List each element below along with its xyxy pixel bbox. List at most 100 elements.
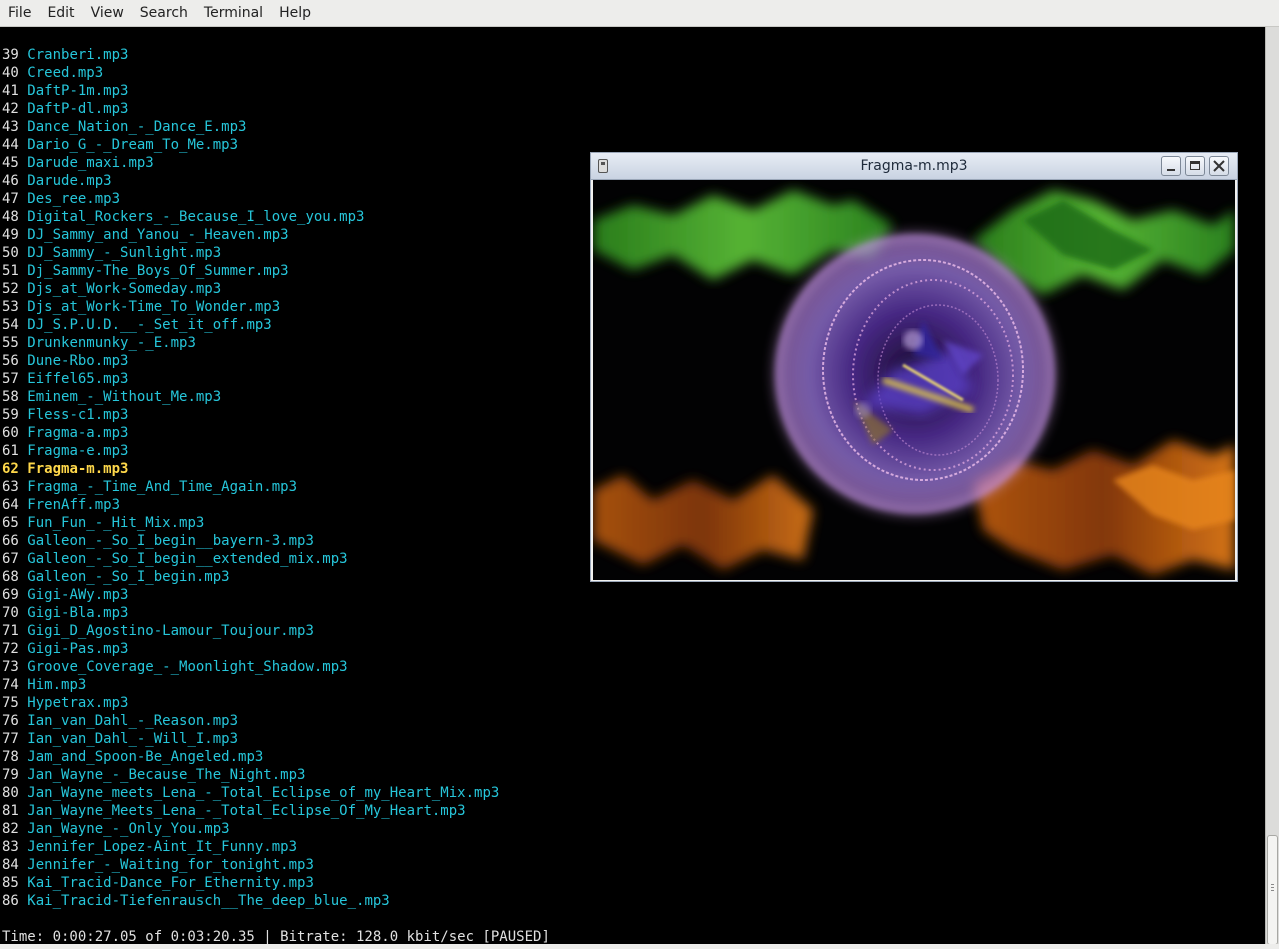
playlist-item: 48 Digital_Rockers_-_Because_I_love_you.…	[2, 208, 364, 226]
track-filename: Jennifer_-_Waiting_for_tonight.mp3	[27, 857, 314, 873]
track-filename: Gigi_D_Agostino-Lamour_Toujour.mp3	[27, 623, 314, 639]
track-filename: Kai_Tracid-Tiefenrausch__The_deep_blue_.…	[27, 893, 390, 909]
menu-search[interactable]: Search	[132, 0, 196, 27]
track-number: 71	[2, 623, 19, 639]
track-filename: Dune-Rbo.mp3	[27, 353, 129, 369]
visualization-window[interactable]: Fragma-m.mp3	[590, 152, 1238, 582]
playlist-item: 67 Galleon_-_So_I_begin__extended_mix.mp…	[2, 550, 348, 568]
track-filename: Gigi-Bla.mp3	[27, 605, 129, 621]
track-number: 64	[2, 497, 19, 513]
track-number: 46	[2, 173, 19, 189]
grip-line	[1271, 887, 1274, 888]
playlist-item: 44 Dario_G_-_Dream_To_Me.mp3	[2, 136, 238, 154]
track-number: 67	[2, 551, 19, 567]
playlist-item: 55 Drunkenmunky_-_E.mp3	[2, 334, 196, 352]
track-filename: Jam_and_Spoon-Be_Angeled.mp3	[27, 749, 264, 765]
track-number: 69	[2, 587, 19, 603]
track-filename: Gigi-Pas.mp3	[27, 641, 129, 657]
playlist-item: 50 DJ_Sammy_-_Sunlight.mp3	[2, 244, 221, 262]
track-filename: Eiffel65.mp3	[27, 371, 129, 387]
close-icon[interactable]	[1209, 156, 1229, 176]
playlist-item: 47 Des_ree.mp3	[2, 190, 120, 208]
grip-line	[1271, 890, 1274, 891]
playlist-item: 83 Jennifer_Lopez-Aint_It_Funny.mp3	[2, 838, 297, 856]
track-number: 75	[2, 695, 19, 711]
menu-view[interactable]: View	[83, 0, 132, 27]
track-filename: Jan_Wayne_Meets_Lena_-_Total_Eclipse_Of_…	[27, 803, 466, 819]
playlist-item: 57 Eiffel65.mp3	[2, 370, 128, 388]
track-filename: Digital_Rockers_-_Because_I_love_you.mp3	[27, 209, 365, 225]
track-number: 53	[2, 299, 19, 315]
terminal-scrollbar[interactable]	[1265, 27, 1279, 949]
track-filename: Jan_Wayne_-_Because_The_Night.mp3	[27, 767, 306, 783]
track-number: 48	[2, 209, 19, 225]
track-filename: Darude_maxi.mp3	[27, 155, 154, 171]
track-filename: Fragma-e.mp3	[27, 443, 129, 459]
menu-bar: File Edit View Search Terminal Help	[0, 0, 1279, 27]
playlist-item: 51 Dj_Sammy-The_Boys_Of_Summer.mp3	[2, 262, 289, 280]
track-filename: Fun_Fun_-_Hit_Mix.mp3	[27, 515, 205, 531]
track-number: 45	[2, 155, 19, 171]
track-number: 54	[2, 317, 19, 333]
track-number: 73	[2, 659, 19, 675]
playlist-item: 54 DJ_S.P.U.D.__-_Set_it_off.mp3	[2, 316, 272, 334]
track-number: 57	[2, 371, 19, 387]
playlist-item: 46 Darude.mp3	[2, 172, 112, 190]
maximize-icon[interactable]	[1185, 156, 1205, 176]
track-filename: DaftP-1m.mp3	[27, 83, 129, 99]
track-number: 43	[2, 119, 19, 135]
track-filename: Ian_van_Dahl_-_Will_I.mp3	[27, 731, 239, 747]
grip-line	[1271, 884, 1274, 885]
visualizer-canvas	[593, 180, 1235, 580]
track-filename: Galleon_-_So_I_begin__bayern-3.mp3	[27, 533, 314, 549]
playlist-item: 72 Gigi-Pas.mp3	[2, 640, 128, 658]
track-filename: DJ_Sammy_-_Sunlight.mp3	[27, 245, 222, 261]
track-filename: DJ_S.P.U.D.__-_Set_it_off.mp3	[27, 317, 272, 333]
track-filename: Jennifer_Lopez-Aint_It_Funny.mp3	[27, 839, 298, 855]
track-filename: Hypetrax.mp3	[27, 695, 129, 711]
menu-edit[interactable]: Edit	[39, 0, 82, 27]
playlist-item: 70 Gigi-Bla.mp3	[2, 604, 128, 622]
playlist-item: 61 Fragma-e.mp3	[2, 442, 128, 460]
playlist-item: 58 Eminem_-_Without_Me.mp3	[2, 388, 221, 406]
viz-titlebar[interactable]: Fragma-m.mp3	[591, 153, 1237, 180]
window-bottom-edge	[0, 944, 1279, 949]
track-number: 74	[2, 677, 19, 693]
track-number: 59	[2, 407, 19, 423]
track-filename: Dario_G_-_Dream_To_Me.mp3	[27, 137, 239, 153]
track-filename: Ian_van_Dahl_-_Reason.mp3	[27, 713, 239, 729]
menu-file[interactable]: File	[0, 0, 39, 27]
track-number: 63	[2, 479, 19, 495]
playlist-item: 75 Hypetrax.mp3	[2, 694, 128, 712]
track-number: 79	[2, 767, 19, 783]
track-number: 55	[2, 335, 19, 351]
track-filename: Djs_at_Work-Someday.mp3	[27, 281, 222, 297]
track-filename: Kai_Tracid-Dance_For_Ethernity.mp3	[27, 875, 314, 891]
track-number: 77	[2, 731, 19, 747]
playlist-item: 79 Jan_Wayne_-_Because_The_Night.mp3	[2, 766, 305, 784]
track-number: 85	[2, 875, 19, 891]
track-number: 39	[2, 47, 19, 63]
track-number: 49	[2, 227, 19, 243]
track-number: 51	[2, 263, 19, 279]
menu-help[interactable]: Help	[271, 0, 319, 27]
track-number: 66	[2, 533, 19, 549]
track-filename: Cranberi.mp3	[27, 47, 129, 63]
minimize-icon[interactable]	[1161, 156, 1181, 176]
playlist-item: 84 Jennifer_-_Waiting_for_tonight.mp3	[2, 856, 314, 874]
track-filename: Jan_Wayne_-_Only_You.mp3	[27, 821, 230, 837]
viz-window-title: Fragma-m.mp3	[860, 158, 968, 174]
playlist-item: 43 Dance_Nation_-_Dance_E.mp3	[2, 118, 246, 136]
track-filename: Darude.mp3	[27, 173, 112, 189]
track-filename: Des_ree.mp3	[27, 191, 121, 207]
scrollbar-thumb[interactable]	[1267, 835, 1278, 945]
track-filename: Dj_Sammy-The_Boys_Of_Summer.mp3	[27, 263, 289, 279]
track-filename: DaftP-dl.mp3	[27, 101, 129, 117]
playlist-item: 56 Dune-Rbo.mp3	[2, 352, 128, 370]
menu-terminal[interactable]: Terminal	[196, 0, 271, 27]
track-number: 41	[2, 83, 19, 99]
track-filename: Djs_at_Work-Time_To_Wonder.mp3	[27, 299, 281, 315]
visualizer-graphic	[593, 180, 1235, 580]
track-number: 84	[2, 857, 19, 873]
playlist-item-current: 62 Fragma-m.mp3	[2, 460, 128, 478]
